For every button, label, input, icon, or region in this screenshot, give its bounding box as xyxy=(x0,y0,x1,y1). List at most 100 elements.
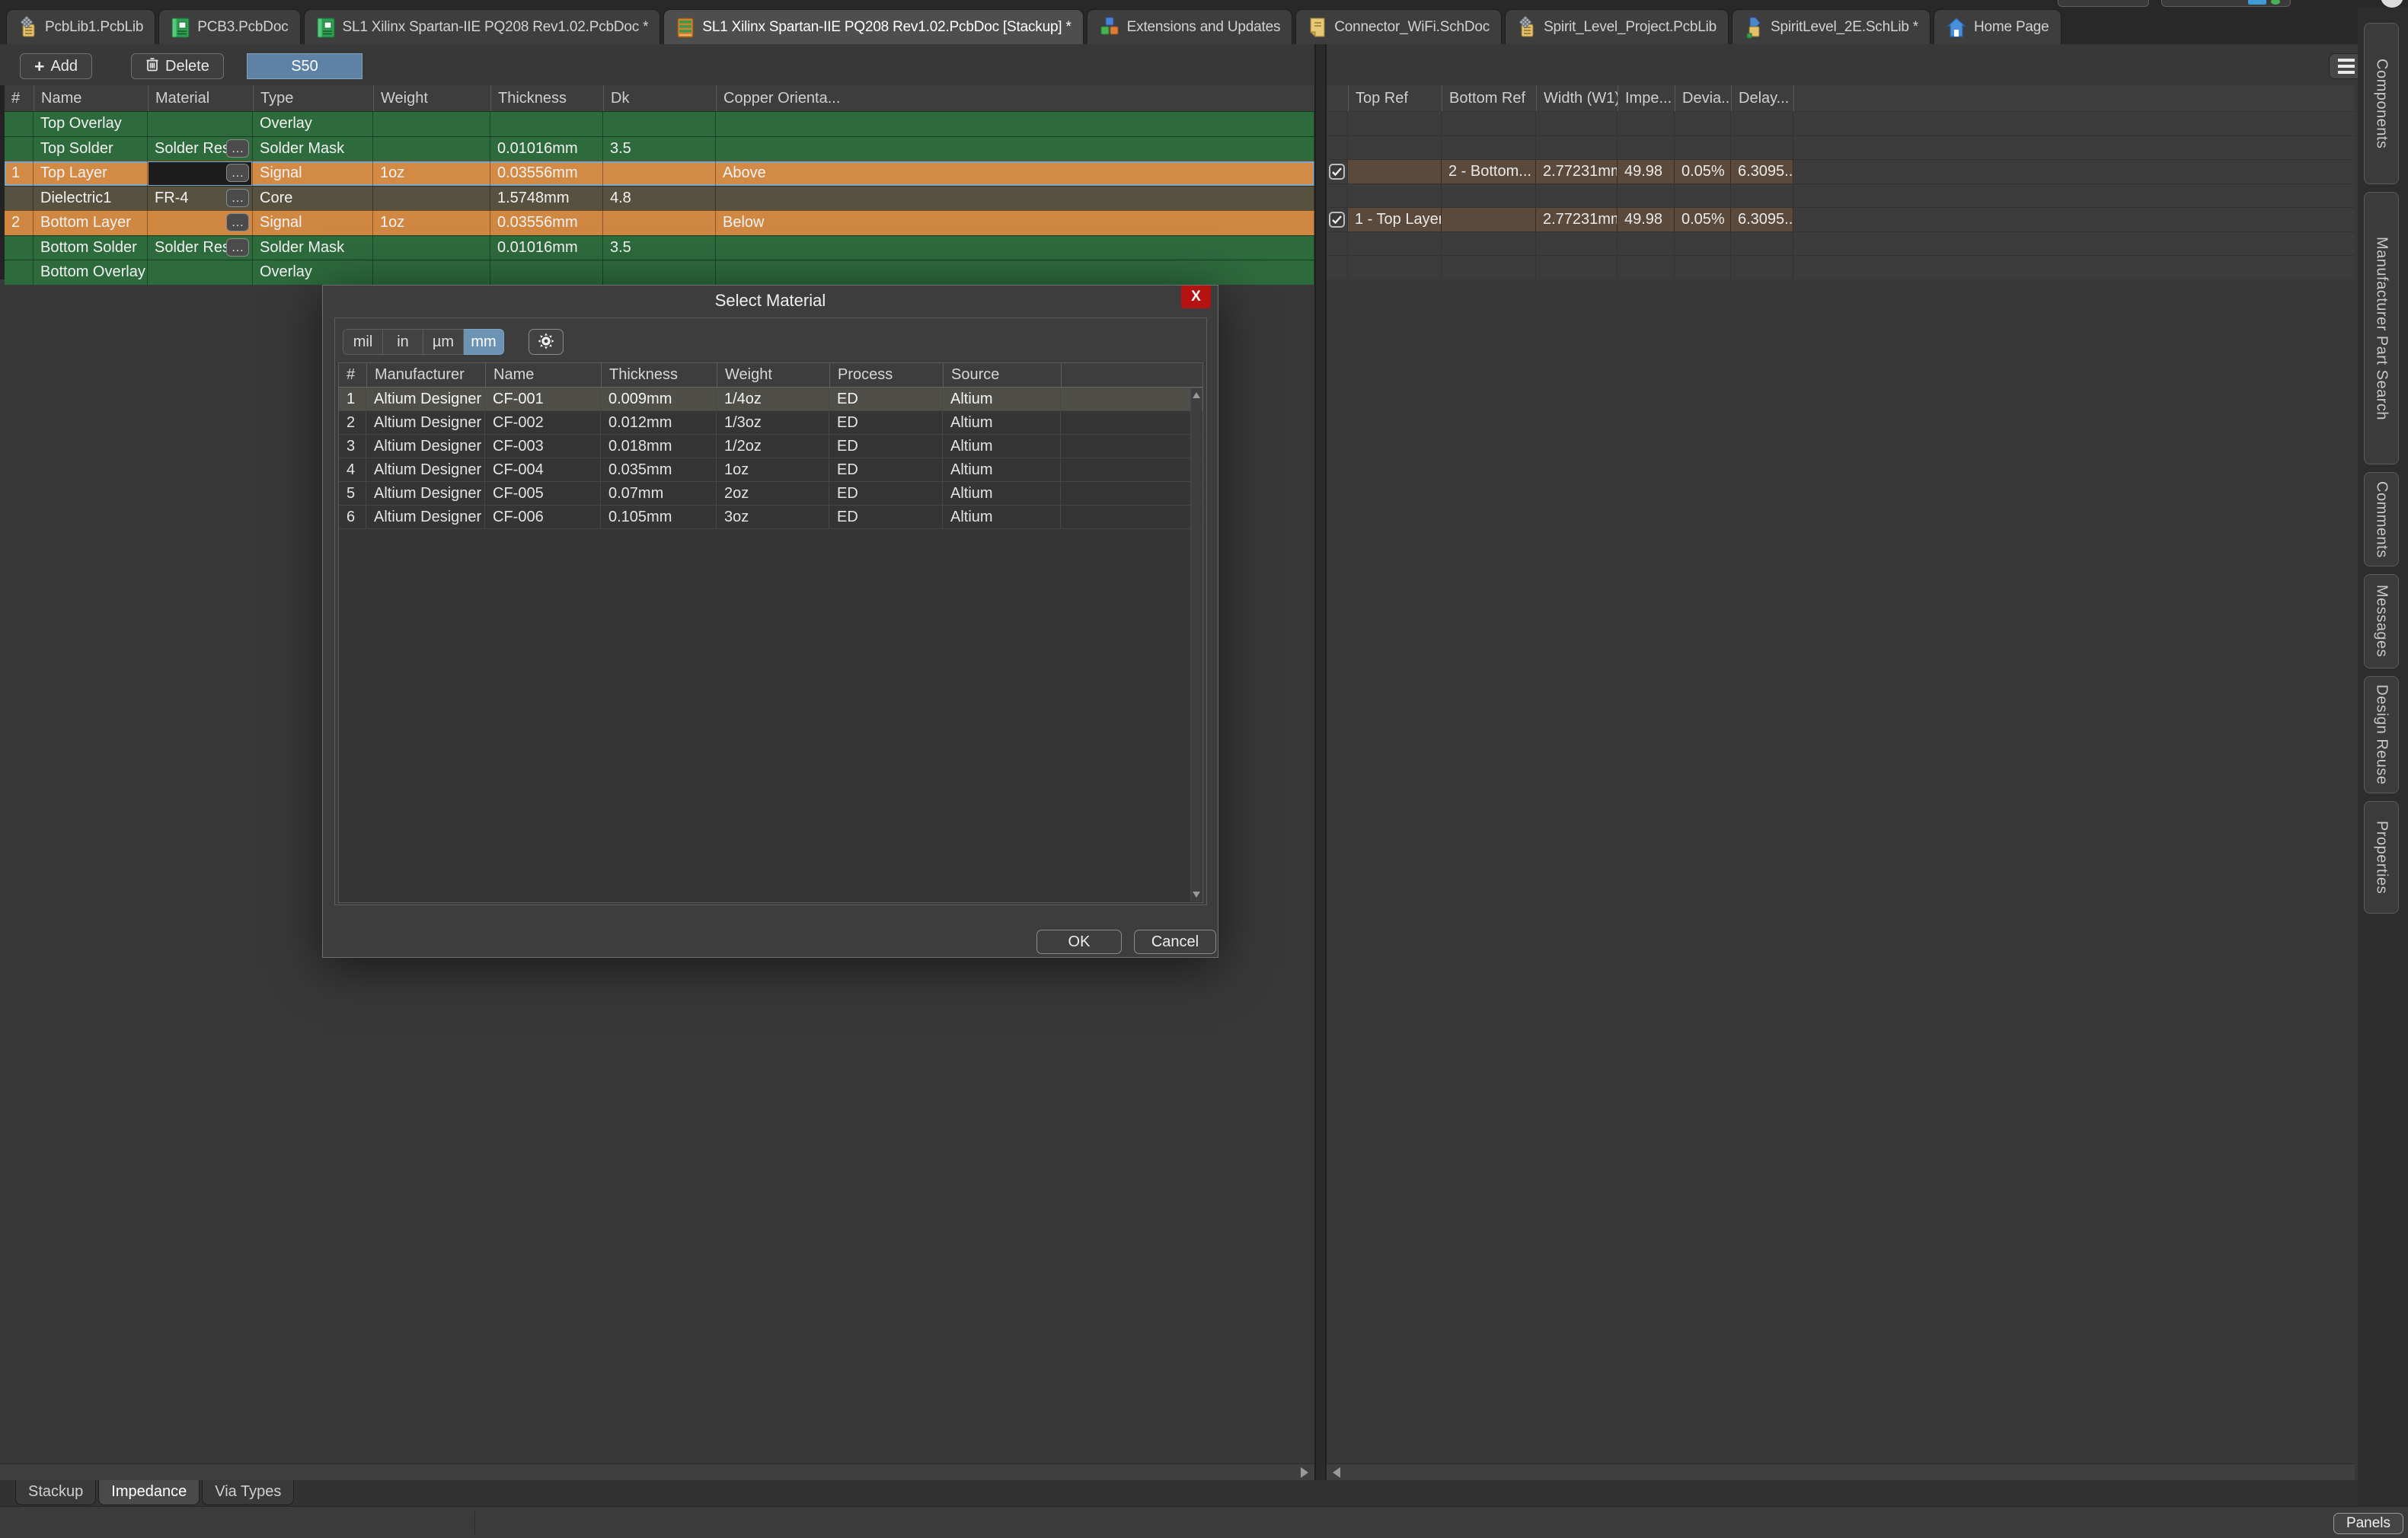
dialog-panel: milinµmmm #ManufacturerNameThicknessWeig… xyxy=(334,317,1207,905)
tab-label: PCB3.PcbDoc xyxy=(197,19,288,36)
unit-button-mm[interactable]: mm xyxy=(464,329,504,355)
impedance-profile-button[interactable]: S50 xyxy=(247,53,362,79)
cell-process: ED xyxy=(829,435,943,458)
scroll-down-arrow[interactable] xyxy=(1193,892,1200,898)
view-tab-stackup[interactable]: Stackup xyxy=(15,1480,96,1505)
material-browse-button[interactable]: … xyxy=(226,189,249,207)
left-horizontal-scrollbar[interactable] xyxy=(0,1463,1314,1480)
cancel-button[interactable]: Cancel xyxy=(1134,930,1216,954)
stackup-col-item: # xyxy=(5,85,34,111)
tab-connector-wifi-schdoc[interactable]: Connector_WiFi.SchDoc xyxy=(1295,9,1502,44)
stackup-row-top-overlay[interactable]: Top OverlayOverlay xyxy=(5,111,1314,136)
cell-thickness: 0.01016mm xyxy=(490,137,603,161)
ok-button[interactable]: OK xyxy=(1036,930,1122,954)
pcbdoc-icon xyxy=(171,16,190,39)
material-row-cf-005[interactable]: 5Altium DesignerCF-0050.07mm2ozEDAltium xyxy=(339,482,1202,506)
material-browse-button[interactable]: … xyxy=(226,164,249,182)
cell-impedance xyxy=(1618,136,1675,160)
cell-deviation xyxy=(1675,136,1731,160)
stackup-table: #NameMaterialTypeWeightThicknessDkCopper… xyxy=(5,85,1314,285)
cell-num: 3 xyxy=(339,435,366,458)
cell-name: Dielectric1 xyxy=(34,187,148,211)
stackup-col-type: Type xyxy=(253,85,373,111)
cell-source: Altium xyxy=(943,506,1061,529)
cell-name: Top Overlay xyxy=(34,112,148,136)
impedance-row-2-bottom[interactable]: 2 - Bottom...2.77231mm49.980.05%6.3095..… xyxy=(1327,159,2355,183)
close-button[interactable]: X xyxy=(1181,286,1211,308)
panel-tab-manufacturer-part-search[interactable]: Manufacturer Part Search xyxy=(2364,192,2399,464)
cell-copper-orientation xyxy=(716,187,1314,211)
panels-button[interactable]: Panels xyxy=(2333,1513,2403,1534)
unit-button-mil[interactable]: mil xyxy=(343,329,383,355)
cell-process: ED xyxy=(829,458,943,482)
material-row-cf-001[interactable]: 1Altium DesignerCF-0010.009mm1/4ozEDAlti… xyxy=(339,388,1202,411)
stackup-row-top-solder[interactable]: Top SolderSolder Resist…Solder Mask0.010… xyxy=(5,136,1314,161)
cell-weight: 1oz xyxy=(717,458,829,482)
cell-bottom-ref xyxy=(1442,255,1536,279)
stackup-row-bottom-layer[interactable]: 2Bottom Layer…Signal1oz0.03556mmBelow xyxy=(5,210,1314,235)
cell-delay xyxy=(1731,255,1793,279)
cell-delay: 6.3095... xyxy=(1731,207,1793,231)
cell-deviation xyxy=(1675,111,1731,136)
tab-pcb3-pcbdoc[interactable]: PCB3.PcbDoc xyxy=(158,9,300,44)
tab-spiritlevel-2e-schlib[interactable]: SpiritLevel_2E.SchLib * xyxy=(1732,9,1931,44)
scroll-right-arrow[interactable] xyxy=(1301,1467,1308,1478)
cell-fill xyxy=(1793,159,2355,183)
cell-fill xyxy=(1793,207,2355,231)
tab-sl1-xilinx-spartan-iie-pq208-rev1-02-pcb[interactable]: SL1 Xilinx Spartan-IIE PQ208 Rev1.02.Pcb… xyxy=(304,9,661,44)
tab-extensions-and-updates[interactable]: Extensions and Updates xyxy=(1087,9,1293,44)
cell-num: 1 xyxy=(339,388,366,411)
settings-button[interactable] xyxy=(529,329,564,355)
panel-tab-comments[interactable]: Comments xyxy=(2364,472,2399,566)
impedance-col-bottom-ref: Bottom Ref xyxy=(1442,85,1536,111)
scroll-up-arrow[interactable] xyxy=(1193,392,1200,398)
material-row-cf-002[interactable]: 2Altium DesignerCF-0020.012mm1/3ozEDAlti… xyxy=(339,411,1202,435)
stackup-row-bottom-solder[interactable]: Bottom SolderSolder Resist…Solder Mask0.… xyxy=(5,235,1314,260)
right-horizontal-scrollbar[interactable] xyxy=(1327,1463,2355,1480)
material-row-cf-004[interactable]: 4Altium DesignerCF-0040.035mm1ozEDAltium xyxy=(339,458,1202,482)
cell-thickness xyxy=(490,112,603,136)
cell-checkbox xyxy=(1327,159,1348,183)
impedance-enabled-checkbox[interactable] xyxy=(1329,164,1345,180)
material-browse-button[interactable]: … xyxy=(226,139,249,158)
tab-pcblib1-pcblib[interactable]: PcbLib1.PcbLib xyxy=(6,9,155,44)
unit-button-in[interactable]: in xyxy=(383,329,423,355)
right-panel-tab-strip: Components Manufacturer Part Search Commen… xyxy=(2358,8,2408,1538)
material-browse-button[interactable]: … xyxy=(226,213,249,231)
tab-home-page[interactable]: Home Page xyxy=(1934,9,2061,44)
cell-top-ref xyxy=(1348,255,1442,279)
delete-button[interactable]: Delete xyxy=(131,53,224,79)
cell-num: 1 xyxy=(5,161,34,186)
material-browse-button[interactable]: … xyxy=(226,238,249,257)
add-button[interactable]: + Add xyxy=(20,53,92,79)
impedance-row-1-top-layer[interactable]: 1 - Top Layer2.77231mm49.980.05%6.3095..… xyxy=(1327,207,2355,231)
panel-splitter[interactable] xyxy=(1314,44,1327,1506)
scroll-left-arrow[interactable] xyxy=(1333,1467,1340,1478)
view-tab-via-types[interactable]: Via Types xyxy=(202,1480,294,1505)
panel-tab-messages[interactable]: Messages xyxy=(2364,574,2399,668)
materials-table-scrollbar[interactable] xyxy=(1190,388,1202,901)
view-tab-impedance[interactable]: Impedance xyxy=(98,1480,200,1505)
stackup-row-top-layer[interactable]: 1Top Layer…Signal1oz0.03556mmAbove xyxy=(5,161,1314,186)
stackup-row-bottom-overlay[interactable]: Bottom OverlayOverlay xyxy=(5,260,1314,285)
stackup-col-name: Name xyxy=(34,85,148,111)
cell-fill xyxy=(1793,183,2355,208)
panel-tab-design-reuse[interactable]: Design Reuse xyxy=(2364,676,2399,793)
cell-width-w1: 2.77231mm xyxy=(1536,159,1618,183)
unit-button-m[interactable]: µm xyxy=(423,329,464,355)
select-material-dialog: Select Material X milinµmmm #Manufacture… xyxy=(322,285,1218,958)
material-row-cf-003[interactable]: 3Altium DesignerCF-0030.018mm1/2ozEDAlti… xyxy=(339,435,1202,458)
impedance-enabled-checkbox[interactable] xyxy=(1329,212,1345,228)
cell-copper-orientation xyxy=(716,112,1314,136)
tab-sl1-xilinx-spartan-iie-pq208-rev1-02-pcb[interactable]: SL1 Xilinx Spartan-IIE PQ208 Rev1.02.Pcb… xyxy=(663,9,1083,44)
cell-dk xyxy=(603,112,716,136)
materials-header-fill xyxy=(1061,363,1202,387)
stackup-row-dielectric1[interactable]: Dielectric1FR-4…Core1.5748mm4.8 xyxy=(5,186,1314,211)
panel-tab-components[interactable]: Components xyxy=(2364,23,2399,184)
trash-icon xyxy=(145,56,159,77)
material-row-cf-006[interactable]: 6Altium DesignerCF-0060.105mm3ozEDAltium xyxy=(339,506,1202,529)
cell-copper-orientation xyxy=(716,236,1314,260)
tab-spirit-level-project-pcblib[interactable]: Spirit_Level_Project.PcbLib xyxy=(1505,9,1729,44)
cell-width-w1 xyxy=(1536,183,1618,208)
panel-tab-properties[interactable]: Properties xyxy=(2364,801,2399,914)
